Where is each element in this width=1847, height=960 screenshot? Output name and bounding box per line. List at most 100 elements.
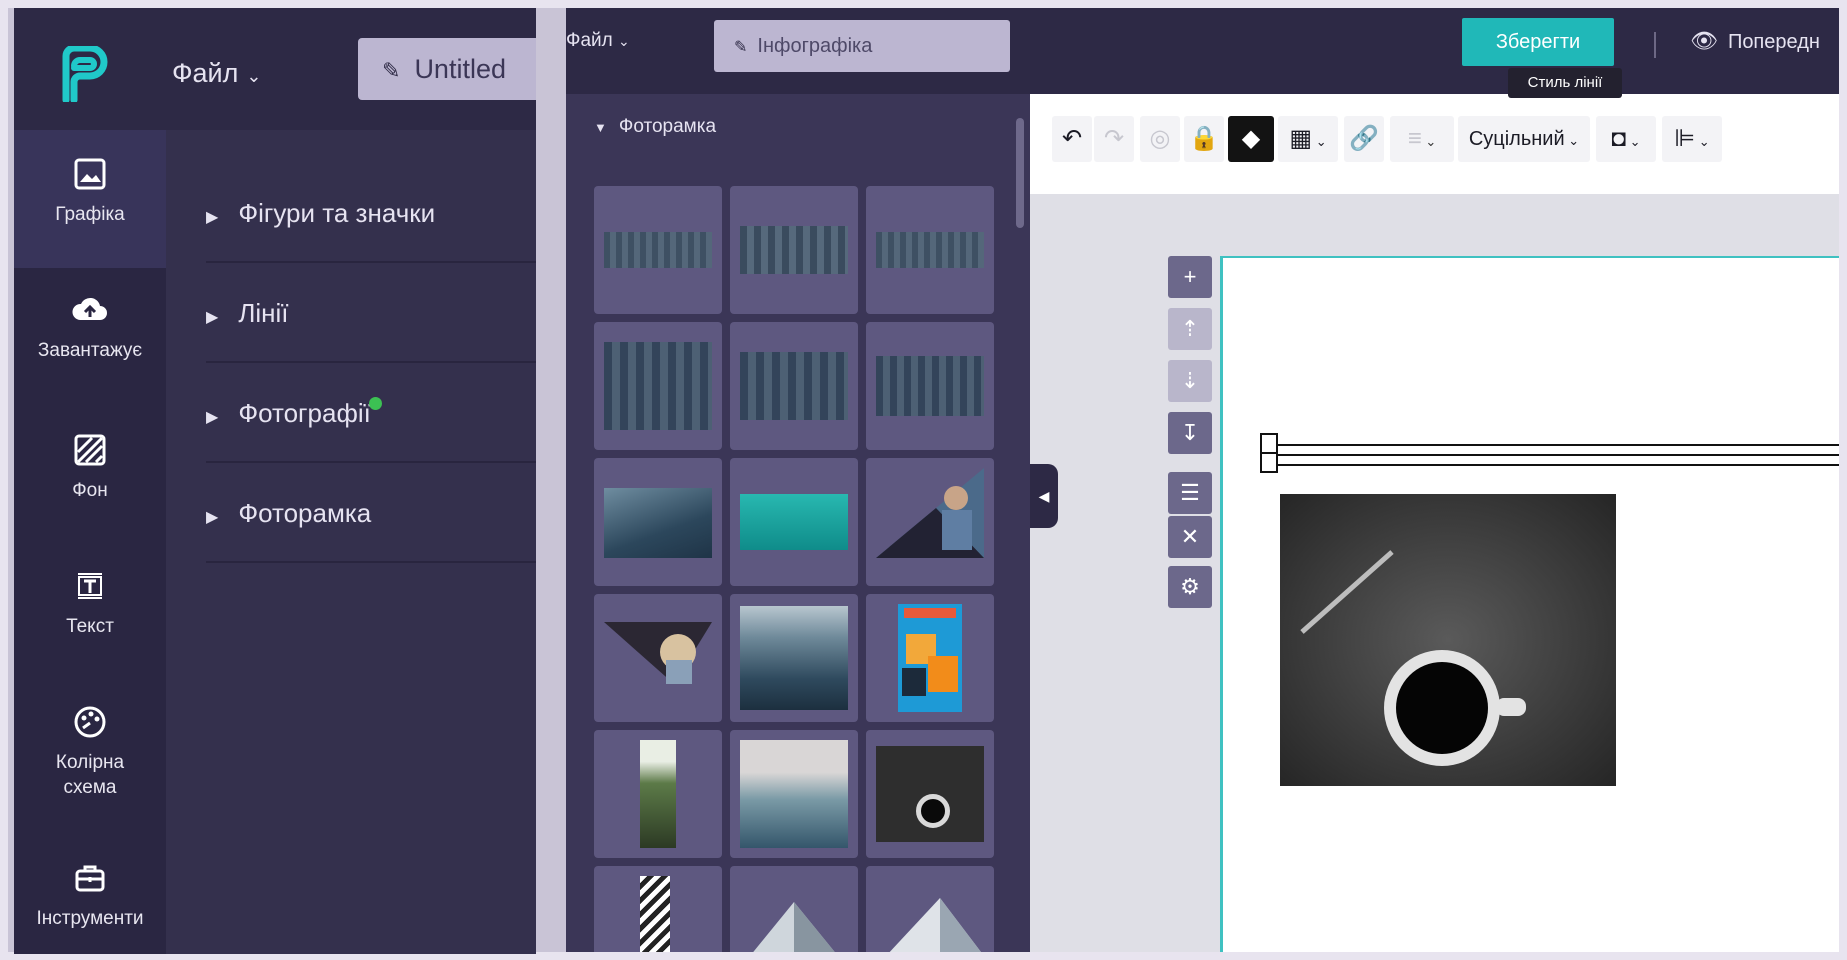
line-style-tooltip: Стиль лінії	[1508, 68, 1622, 98]
document-title-field[interactable]: ✎ Інфографіка	[714, 20, 1010, 72]
align-left-icon: ⊫	[1674, 125, 1696, 152]
line-end-icon: ◘	[1611, 125, 1626, 152]
nav-item-color-scheme[interactable]: Колірна схема	[14, 702, 166, 800]
file-menu-label: Файл	[172, 58, 239, 88]
frame-thumbnail[interactable]	[730, 458, 858, 586]
menu-icon: ☰	[1180, 480, 1200, 505]
animation-icon: ◎	[1149, 125, 1171, 152]
caret-right-icon: ▶	[206, 309, 219, 326]
collapse-panel-handle[interactable]: ◀	[1030, 464, 1058, 528]
line-element-center	[1260, 454, 1839, 456]
palette-icon	[74, 706, 106, 738]
checkerboard-icon: ▦	[1289, 125, 1313, 152]
frame-thumbnail[interactable]	[730, 866, 858, 952]
left-app-window: Файл ⌄ ✎ Untitled Графіка Завантажує Фон Т…	[14, 8, 536, 954]
save-button[interactable]: Зберегти	[1462, 18, 1614, 66]
toolbox-icon	[75, 865, 105, 892]
category-photo-frame[interactable]: ▶ Фоторамка	[206, 463, 536, 563]
chevron-down-icon: ⌄	[618, 33, 630, 49]
move-up-icon: ⇡	[1180, 316, 1200, 341]
frame-thumbnail[interactable]	[594, 594, 722, 722]
chevron-down-icon: ⌄	[1564, 133, 1580, 148]
frame-thumbnail[interactable]	[594, 730, 722, 858]
category-label: Фігури та значки	[238, 198, 436, 228]
frame-thumbnail[interactable]	[730, 594, 858, 722]
undo-button[interactable]: ↶	[1052, 116, 1092, 162]
animation-button[interactable]: ◎	[1140, 116, 1180, 162]
chevron-left-icon: ◀	[1038, 488, 1050, 504]
panel-header[interactable]: ▼ Фоторамка	[594, 116, 716, 138]
frame-thumbnail[interactable]	[866, 730, 994, 858]
undo-icon: ↶	[1061, 125, 1083, 152]
coffee-photo-frame[interactable]	[1280, 494, 1616, 786]
align-dropdown[interactable]: ⊫ ⌄	[1662, 116, 1722, 162]
right-app-window: Файл ⌄ ✎ Інфографіка Зберегти 👁 Попередн С…	[566, 8, 1839, 952]
lock-button[interactable]: 🔒	[1184, 116, 1224, 162]
frame-thumbnail[interactable]	[594, 866, 722, 952]
move-down-icon: ⇣	[1180, 368, 1200, 393]
delete-block-button[interactable]: ✕	[1168, 516, 1212, 558]
line-style-dropdown[interactable]: Суцільний ⌄	[1458, 116, 1590, 162]
header-divider	[1654, 32, 1656, 58]
caret-right-icon: ▶	[206, 209, 219, 226]
right-app-header: Файл ⌄ ✎ Інфографіка Зберегти 👁 Попередн	[566, 8, 1839, 94]
nav-label: Колірна схема	[55, 752, 125, 798]
document-title-text: Untitled	[414, 54, 506, 84]
fill-color-button[interactable]: ◆	[1228, 116, 1274, 162]
nav-label: Інструменти	[36, 908, 144, 929]
frame-thumbnail[interactable]	[594, 186, 722, 314]
frame-thumbnail[interactable]	[866, 866, 994, 952]
category-lines[interactable]: ▶ Лінії	[206, 263, 536, 363]
panel-scrollbar[interactable]	[1016, 118, 1024, 228]
close-icon: ✕	[1180, 524, 1200, 549]
category-shapes-and-icons[interactable]: ▶ Фігури та значки	[206, 163, 536, 263]
caret-right-icon: ▶	[206, 509, 219, 526]
frame-thumbnail[interactable]	[866, 186, 994, 314]
nav-label: Текст	[66, 616, 114, 637]
file-menu-label: Файл	[566, 30, 613, 51]
paint-bucket-icon: ◆	[1241, 125, 1261, 152]
frame-thumbnail[interactable]	[730, 186, 858, 314]
block-menu-button[interactable]: ☰	[1168, 472, 1212, 514]
nav-item-background[interactable]: Фон	[14, 430, 166, 503]
add-block-button[interactable]: +	[1168, 256, 1212, 298]
frame-thumbnail[interactable]	[866, 458, 994, 586]
nav-item-graphics[interactable]: Графіка	[14, 130, 166, 268]
frame-thumbnail[interactable]	[730, 322, 858, 450]
transparency-dropdown[interactable]: ▦ ⌄	[1278, 116, 1338, 162]
category-label: Фоторамка	[238, 498, 372, 528]
nav-item-tools[interactable]: Інструменти	[14, 858, 166, 931]
move-up-button[interactable]: ⇡	[1168, 308, 1212, 350]
coffee-cup-image	[1280, 494, 1616, 786]
background-pattern-icon	[74, 434, 106, 466]
frame-thumbnail[interactable]	[594, 458, 722, 586]
file-menu[interactable]: Файл ⌄	[172, 58, 261, 89]
link-button[interactable]: 🔗	[1344, 116, 1384, 162]
arrow-start-dropdown[interactable]: ◘ ⌄	[1596, 116, 1656, 162]
chevron-down-icon: ⌄	[1625, 134, 1641, 149]
redo-icon: ↷	[1103, 125, 1125, 152]
nav-item-uploads[interactable]: Завантажує	[14, 290, 166, 363]
handle-divider	[1260, 452, 1278, 454]
image-icon	[74, 158, 106, 190]
category-photos[interactable]: ▶ Фотографії	[206, 363, 536, 463]
text-box-icon	[78, 573, 102, 599]
frame-thumbnail[interactable]	[866, 594, 994, 722]
cloud-upload-icon	[72, 297, 107, 320]
nav-item-text[interactable]: Текст	[14, 566, 166, 639]
eye-icon: 👁	[1690, 28, 1718, 53]
document-title-field[interactable]: ✎ Untitled	[358, 38, 536, 100]
left-app-header: Файл ⌄ ✎ Untitled	[14, 8, 536, 130]
block-settings-button[interactable]: ⚙	[1168, 566, 1212, 608]
move-down-button[interactable]: ⇣	[1168, 360, 1212, 402]
redo-button[interactable]: ↷	[1094, 116, 1134, 162]
move-block-button[interactable]: ↧	[1168, 412, 1212, 454]
left-nav-rail: Графіка Завантажує Фон Текст Колірна схе…	[14, 130, 166, 954]
frame-thumbnail[interactable]	[866, 322, 994, 450]
preview-button[interactable]: 👁 Попередн	[1690, 28, 1820, 54]
line-weight-dropdown[interactable]: ≡ ⌄	[1390, 116, 1454, 162]
frame-thumbnail[interactable]	[730, 730, 858, 858]
frame-thumbnail[interactable]	[594, 322, 722, 450]
line-weight-icon: ≡	[1407, 125, 1422, 152]
file-menu[interactable]: Файл ⌄	[566, 30, 630, 52]
